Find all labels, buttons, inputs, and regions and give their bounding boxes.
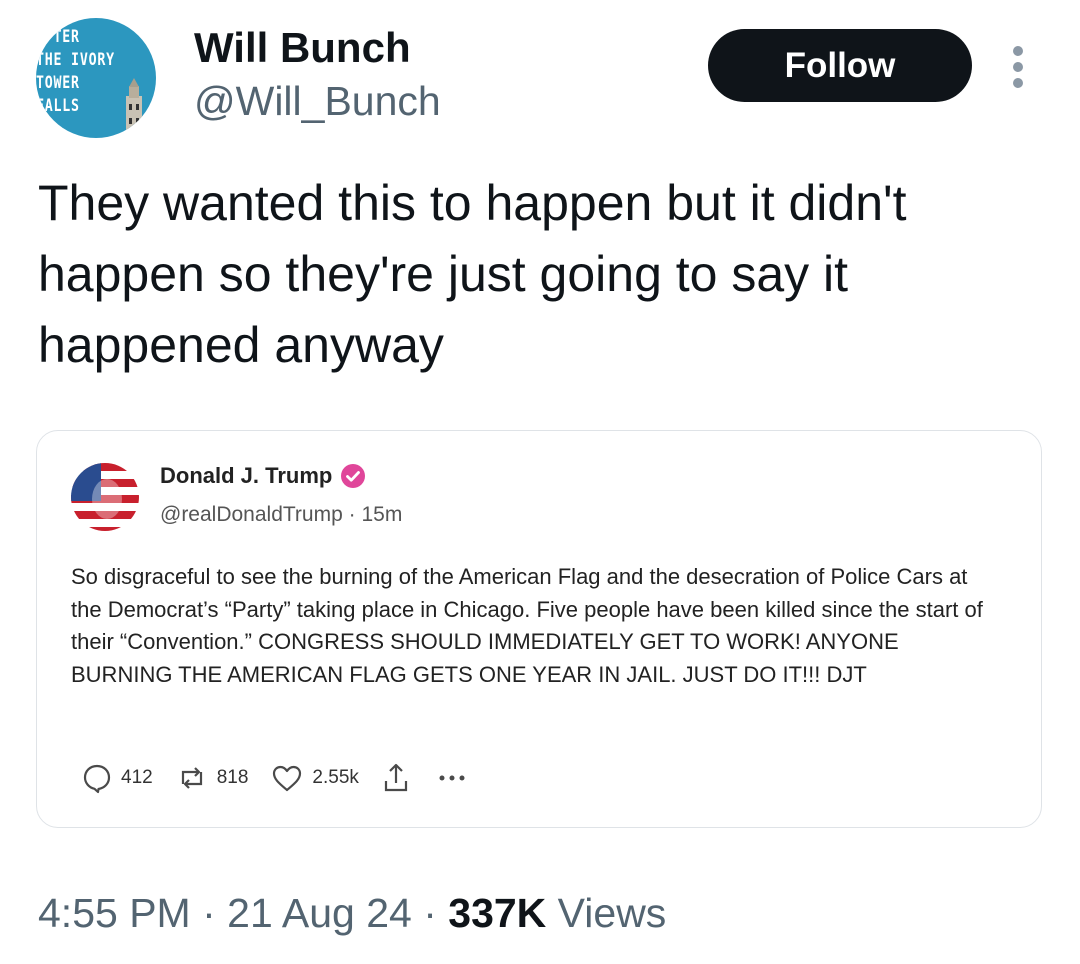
tweet-meta: 4:55 PM · 21 Aug 24 · 337K Views	[38, 890, 666, 937]
verified-badge-icon	[341, 464, 366, 488]
quoted-time[interactable]: 15m	[361, 503, 402, 526]
separator-dot: ·	[411, 890, 449, 936]
author-avatar[interactable]: AFTER THE IVORY TOWER FALLS	[36, 18, 156, 138]
like-icon[interactable]	[270, 762, 304, 794]
follow-button[interactable]: Follow	[708, 29, 972, 102]
quoted-handle-time: @realDonaldTrump · 15m	[160, 503, 402, 527]
reply-stat[interactable]: 412	[81, 762, 153, 794]
more-horizontal-icon[interactable]	[437, 773, 467, 783]
author-display-name[interactable]: Will Bunch	[194, 24, 411, 72]
views-label: Views	[546, 890, 667, 936]
avatar-book-title: AFTER THE IVORY TOWER FALLS	[36, 27, 115, 116]
quoted-action-bar: 412 818 2.55k	[81, 761, 467, 795]
repost-count: 818	[216, 767, 249, 788]
post-time[interactable]: 4:55 PM	[38, 890, 191, 936]
like-stat[interactable]: 2.55k	[270, 762, 359, 794]
quoted-author-name-row[interactable]: Donald J. Trump	[160, 463, 366, 489]
more-vertical-icon[interactable]	[1006, 44, 1030, 90]
views-count[interactable]: 337K	[448, 890, 546, 936]
repost-stat[interactable]: 818	[175, 762, 249, 794]
post-date[interactable]: 21 Aug 24	[227, 890, 412, 936]
author-handle[interactable]: @Will_Bunch	[194, 78, 441, 125]
reply-count: 412	[121, 767, 153, 788]
like-count: 2.55k	[312, 767, 359, 788]
separator-dot: ·	[190, 890, 228, 936]
tower-illustration	[126, 78, 142, 138]
flag-portrait-image	[71, 463, 139, 531]
quoted-handle[interactable]: @realDonaldTrump	[160, 503, 343, 526]
quoted-author-name: Donald J. Trump	[160, 463, 333, 488]
tweet-text: They wanted this to happen but it didn't…	[38, 175, 907, 373]
quoted-post-card[interactable]: Donald J. Trump @realDonaldTrump · 15m S…	[36, 430, 1042, 828]
reply-icon[interactable]	[81, 762, 113, 794]
share-icon[interactable]	[381, 761, 411, 795]
repost-icon[interactable]	[175, 762, 209, 794]
quoted-author-avatar[interactable]	[71, 463, 139, 531]
quoted-body-text: So disgraceful to see the burning of the…	[71, 564, 983, 687]
separator-dot: ·	[348, 503, 356, 526]
